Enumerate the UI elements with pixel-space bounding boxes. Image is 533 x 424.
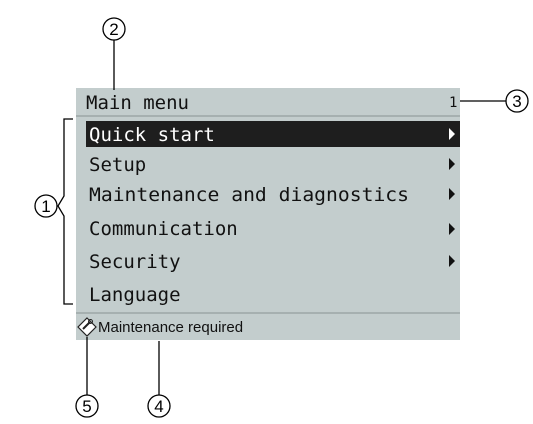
- menu-item-label: Setup: [89, 154, 146, 176]
- menu-item-label: Language: [89, 284, 181, 306]
- callout-number: 1: [41, 197, 50, 216]
- menu-item-label: Communication: [89, 218, 238, 240]
- status-text: Maintenance required: [98, 319, 243, 336]
- callout-number: 4: [154, 397, 163, 416]
- menu-item-label: Security: [89, 251, 181, 273]
- menu-item-maintenance-and-diagnostics[interactable]: Maintenance and diagnostics: [89, 184, 455, 206]
- callout-5: 5: [75, 337, 99, 418]
- callout-number: 2: [109, 20, 118, 39]
- callout-2: 2: [102, 17, 126, 90]
- device-display-diagram: Main menu 1 Quick start Setup Maintenanc…: [34, 17, 529, 418]
- callout-1: 1: [34, 118, 73, 305]
- callout-number: 5: [82, 397, 91, 416]
- menu-item-language[interactable]: Language: [89, 284, 181, 306]
- menu-title: Main menu: [86, 92, 189, 114]
- callout-4: 4: [147, 341, 171, 418]
- callout-number: 3: [512, 92, 521, 111]
- menu-item-label: Quick start: [89, 124, 215, 146]
- page-number: 1: [449, 95, 457, 111]
- menu-list-bracket: [57, 118, 73, 305]
- callout-3: 3: [460, 89, 529, 113]
- menu-item-label: Maintenance and diagnostics: [89, 184, 409, 206]
